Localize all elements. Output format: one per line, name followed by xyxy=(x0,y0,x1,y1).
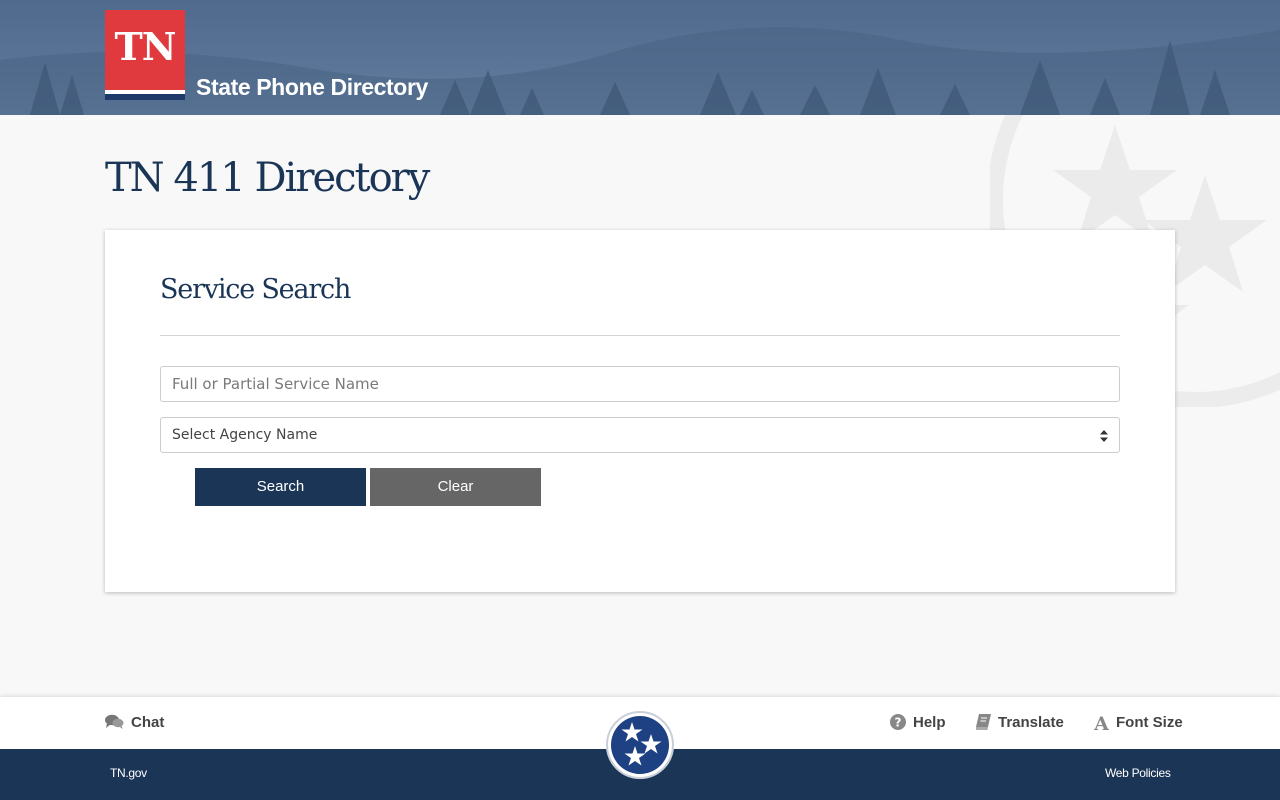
chat-label: Chat xyxy=(131,713,165,731)
clear-button[interactable]: Clear xyxy=(370,468,541,506)
tristar-icon[interactable] xyxy=(605,710,675,780)
page-title: TN 411 Directory xyxy=(105,155,430,201)
chat-bubbles-icon xyxy=(105,714,124,729)
question-circle-icon: ? xyxy=(890,714,906,730)
logo-stripe-blue xyxy=(105,94,185,100)
chat-link[interactable]: Chat xyxy=(105,711,164,733)
search-button[interactable]: Search xyxy=(195,468,366,506)
logo-text: TN xyxy=(114,24,176,69)
service-name-field xyxy=(160,366,1120,402)
help-link[interactable]: ? Help xyxy=(890,711,946,733)
service-name-input[interactable] xyxy=(161,367,1119,401)
font-size-link[interactable]: A Font Size xyxy=(1094,711,1183,733)
svg-text:?: ? xyxy=(895,716,902,730)
tn-gov-link[interactable]: TN.gov xyxy=(110,766,147,780)
forest-background xyxy=(0,27,1280,115)
card-divider xyxy=(160,335,1120,336)
book-icon xyxy=(976,714,991,730)
site-header: TN State Phone Directory xyxy=(0,0,1280,115)
agency-select-value: Select Agency Name xyxy=(172,427,318,443)
site-name[interactable]: State Phone Directory xyxy=(196,74,428,101)
help-label: Help xyxy=(913,713,946,731)
service-search-card: Service Search Select Agency Name Search… xyxy=(105,230,1175,592)
web-policies-link[interactable]: Web Policies xyxy=(1105,766,1171,780)
tn-logo[interactable]: TN xyxy=(105,10,185,100)
font-size-label: Font Size xyxy=(1116,713,1183,731)
letter-a-icon: A xyxy=(1094,714,1109,731)
select-arrows-icon xyxy=(1100,430,1108,442)
svg-text:A: A xyxy=(1094,714,1109,731)
translate-link[interactable]: Translate xyxy=(976,711,1064,733)
agency-select[interactable]: Select Agency Name xyxy=(160,417,1120,453)
card-title: Service Search xyxy=(160,274,351,305)
translate-label: Translate xyxy=(998,713,1064,731)
